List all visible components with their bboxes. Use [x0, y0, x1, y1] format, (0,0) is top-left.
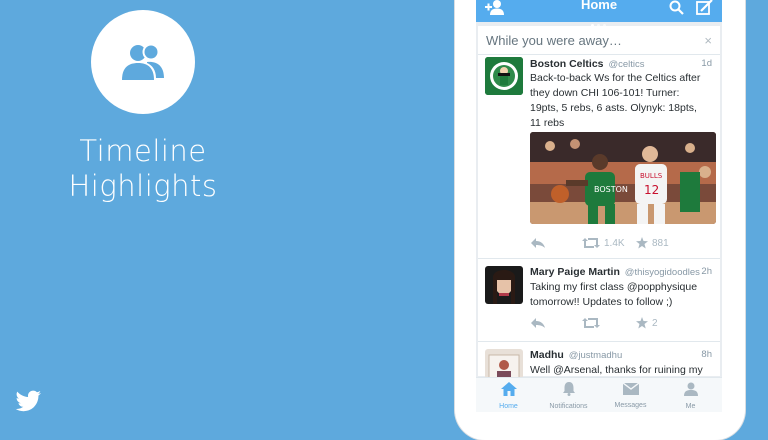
star-icon: [636, 317, 648, 329]
svg-text:12: 12: [644, 183, 659, 197]
tweet-header: Madhu @justmadhu: [530, 349, 622, 361]
star-icon: [636, 237, 648, 249]
svg-text:BOSTON: BOSTON: [594, 185, 628, 194]
reply-icon[interactable]: [530, 317, 546, 329]
svg-text:BULLS: BULLS: [640, 172, 663, 180]
tab-notifications[interactable]: Notifications: [544, 382, 593, 410]
app-header: Home: [476, 0, 722, 27]
tab-label: Home: [499, 403, 518, 410]
promo-title: Timeline Highlights: [40, 134, 246, 204]
promo-title-line1: Timeline: [79, 134, 207, 168]
tweet[interactable]: Madhu @justmadhu 8h Well @Arsenal, thank…: [478, 342, 720, 387]
while-away-title: While you were away…: [486, 33, 622, 48]
tweet-handle[interactable]: @justmadhu: [569, 350, 622, 361]
tweet-text-line: Well @Arsenal, thanks for ruining my: [530, 364, 703, 376]
reply-icon[interactable]: [530, 237, 546, 249]
tweet-header: Boston Celtics @celtics: [530, 58, 644, 70]
tweet-text-line: 19pts, 5 rebs, 6 asts. Olynyk: 18pts,: [530, 102, 697, 114]
tweet-author[interactable]: Madhu: [530, 349, 564, 361]
tab-messages[interactable]: Messages: [606, 382, 655, 409]
tweet-handle[interactable]: @celtics: [608, 59, 644, 70]
tab-bar: Home Notifications Messages Me: [476, 377, 722, 412]
person-icon: [683, 382, 698, 396]
basketball-photo: BOSTON BULLS 12: [530, 132, 716, 224]
tweet-text-line: they down CHI 106-101! Turner:: [530, 87, 680, 99]
retweet-button[interactable]: [582, 317, 604, 329]
tweet[interactable]: Mary Paige Martin @thisyogidoodles 2h Ta…: [478, 259, 720, 342]
header-title: Home: [580, 0, 618, 12]
retweet-button[interactable]: 1.4K: [582, 237, 625, 249]
envelope-icon: [622, 382, 639, 395]
tweet-text: Back-to-back Ws for the Celtics after th…: [530, 71, 714, 131]
retweet-icon: [582, 238, 600, 248]
while-away-header: While you were away… ×: [478, 26, 720, 55]
twitter-bird-icon: [15, 390, 41, 412]
close-icon[interactable]: ×: [704, 26, 712, 56]
tweet-text-line: Taking my first class @popphysique: [530, 281, 698, 293]
tweet-time: 8h: [701, 349, 712, 360]
favorite-button[interactable]: 2: [636, 317, 658, 329]
promo-title-line2: Highlights: [68, 169, 218, 203]
favorite-button[interactable]: 881: [636, 237, 669, 249]
while-away-card: While you were away… × Boston Celtics @c…: [478, 26, 720, 387]
favorite-count: 881: [652, 237, 669, 249]
tweet-text: Well @Arsenal, thanks for ruining my: [530, 363, 714, 378]
celtics-logo-icon: [485, 57, 523, 95]
search-icon[interactable]: [669, 0, 685, 16]
bell-icon: [562, 382, 575, 396]
tab-home[interactable]: Home: [484, 382, 533, 410]
people-icon: [122, 43, 164, 80]
tab-label: Messages: [614, 402, 647, 409]
retweet-count: 1.4K: [604, 237, 625, 249]
user-photo: [485, 266, 523, 304]
retweet-icon: [582, 318, 600, 328]
compose-icon[interactable]: [696, 0, 714, 16]
tweet-text-line: 11 rebs: [530, 117, 565, 129]
tweet-text: Taking my first class @popphysique tomor…: [530, 280, 714, 310]
tab-label: Me: [685, 403, 696, 410]
avatar[interactable]: [485, 57, 523, 95]
tweet-header: Mary Paige Martin @thisyogidoodles: [530, 266, 700, 278]
favorite-count: 2: [652, 317, 658, 329]
home-icon: [500, 382, 517, 396]
tab-label: Notifications: [549, 403, 588, 410]
tweet-author[interactable]: Mary Paige Martin: [530, 266, 620, 278]
app-screen: Home While you were away… × Boston Celti…: [476, 0, 722, 412]
tweet-handle[interactable]: @thisyogidoodles: [625, 267, 700, 278]
tweet-author[interactable]: Boston Celtics: [530, 58, 604, 70]
tweet-text-line: Back-to-back Ws for the Celtics after: [530, 72, 701, 84]
tweet[interactable]: Boston Celtics @celtics 1d Back-to-back …: [478, 55, 720, 259]
avatar[interactable]: [485, 266, 523, 304]
tab-me[interactable]: Me: [666, 382, 715, 410]
tweet-time: 1d: [701, 58, 712, 69]
tweet-time: 2h: [701, 266, 712, 277]
people-icon-circle: [91, 10, 195, 114]
tweet-photo[interactable]: BOSTON BULLS 12: [530, 132, 716, 224]
tweet-text-line: tomorrow!! Updates to follow ;): [530, 296, 673, 308]
